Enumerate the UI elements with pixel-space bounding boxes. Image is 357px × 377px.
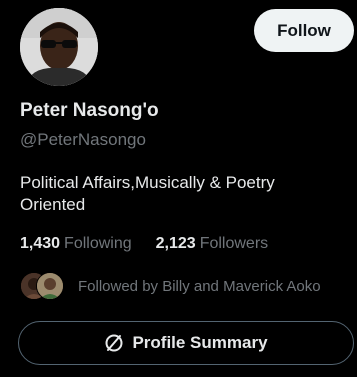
mutual-avatar — [36, 272, 64, 300]
following-label: Following — [64, 235, 132, 252]
profile-hover-card: Follow Peter Nasong'o @PeterNasongo Poli… — [0, 0, 357, 377]
profile-bio: Political Affairs,Musically & Poetry Ori… — [20, 173, 275, 214]
user-handle[interactable]: @PeterNasongo — [20, 130, 146, 150]
follow-button[interactable]: Follow — [254, 9, 354, 52]
following-stat[interactable]: 1,430 Following — [20, 235, 132, 253]
follow-stats: 1,430 Following 2,123 Followers — [20, 235, 268, 253]
profile-avatar[interactable] — [20, 8, 98, 86]
profile-summary-label: Profile Summary — [132, 333, 268, 352]
display-name[interactable]: Peter Nasong'o — [20, 100, 159, 122]
followed-by-row[interactable]: Followed by Billy and Maverick Aoko — [20, 272, 321, 300]
summary-icon — [104, 333, 124, 353]
followers-count: 2,123 — [155, 235, 196, 252]
followed-by-text: Followed by Billy and Maverick Aoko — [78, 277, 321, 295]
following-count: 1,430 — [20, 235, 61, 252]
mutual-avatars — [20, 272, 68, 300]
followers-label: Followers — [199, 235, 269, 252]
profile-summary-button[interactable]: Profile Summary — [18, 321, 354, 365]
followers-stat[interactable]: 2,123 Followers — [156, 235, 269, 253]
